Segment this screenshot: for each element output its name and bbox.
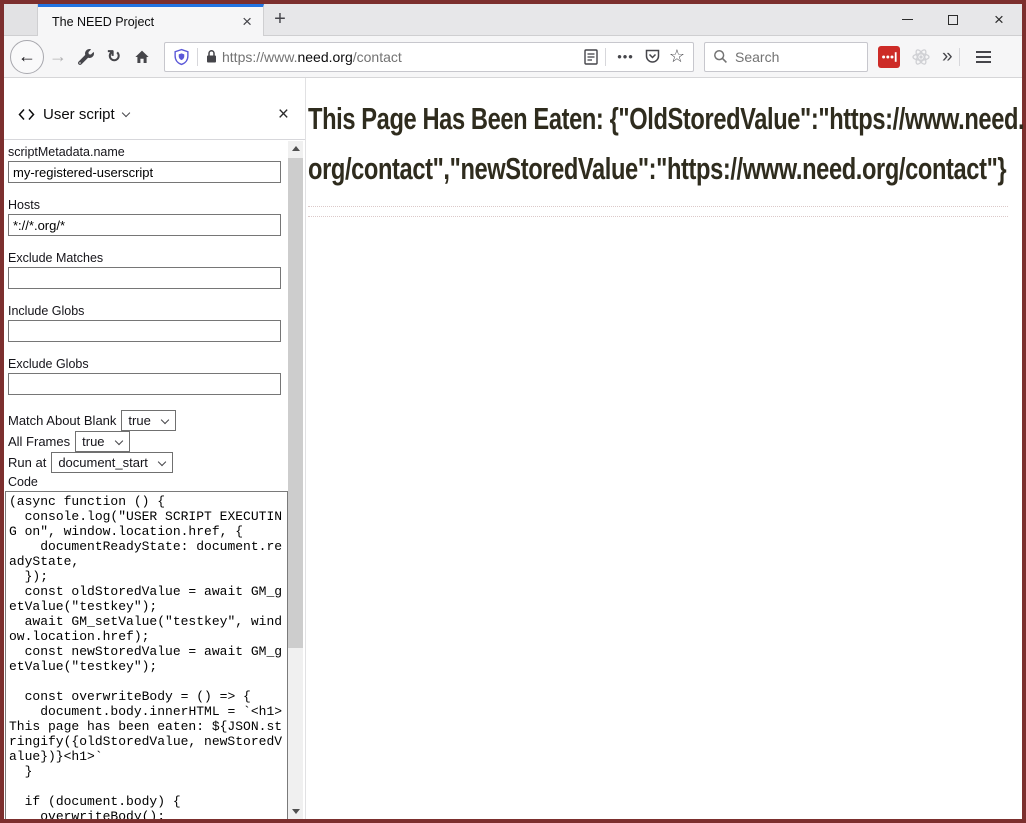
lastpass-extension-icon[interactable]	[878, 46, 900, 68]
page-content: This Page Has Been Eaten: {"OldStoredVal…	[306, 78, 1022, 819]
minimize-icon	[902, 19, 913, 21]
reload-button[interactable]: ↻	[100, 40, 128, 74]
sidebar-header: User script ×	[4, 78, 305, 140]
match-about-blank-select[interactable]: true	[121, 410, 175, 431]
tracking-protection-shield-icon[interactable]	[173, 48, 190, 66]
forward-button: →	[44, 46, 72, 67]
pocket-icon[interactable]	[644, 48, 661, 65]
scroll-down-arrow-icon[interactable]	[288, 804, 303, 819]
url-path: /contact	[353, 49, 402, 65]
toolbar-separator	[959, 48, 960, 66]
all-frames-select[interactable]: true	[75, 431, 129, 452]
select-value: true	[82, 434, 104, 449]
browser-tab[interactable]: The NEED Project ×	[38, 4, 264, 36]
url-bar[interactable]: https://www.need.org/contact ••• ☆	[164, 42, 694, 72]
window-controls: ×	[884, 4, 1022, 35]
field-label: scriptMetadata.name	[8, 145, 285, 159]
exclude-globs-input[interactable]	[8, 373, 281, 395]
scroll-up-arrow-icon[interactable]	[288, 141, 303, 156]
browser-window: The NEED Project × + × ← → ↻ https	[0, 0, 1026, 823]
maximize-button[interactable]	[930, 4, 976, 35]
tabbar-spacer	[4, 4, 38, 35]
select-label: Run at	[8, 455, 46, 470]
run-at-select[interactable]: document_start	[51, 452, 173, 473]
field-label: Include Globs	[8, 304, 285, 318]
tab-bar: The NEED Project × + ×	[4, 4, 1022, 36]
hosts-input[interactable]	[8, 214, 281, 236]
bookmark-star-icon[interactable]: ☆	[669, 46, 685, 67]
select-value: document_start	[58, 455, 148, 470]
disabled-extension-atom-icon	[910, 46, 932, 68]
window-close-button[interactable]: ×	[976, 4, 1022, 35]
navigation-toolbar: ← → ↻ https://www.need.org/contact •••	[4, 36, 1022, 78]
new-tab-button[interactable]: +	[264, 4, 296, 35]
divider	[308, 206, 1008, 207]
scrollbar-thumb[interactable]	[288, 158, 303, 648]
divider	[308, 216, 1008, 217]
wrench-icon[interactable]	[72, 40, 100, 74]
sidebar-scrollbar[interactable]	[288, 141, 303, 819]
code-label: Code	[8, 475, 285, 489]
overflow-menu-icon[interactable]: »	[942, 46, 953, 68]
sidebar-title: User script	[43, 106, 115, 123]
home-button[interactable]	[128, 40, 156, 74]
chevron-down-icon	[114, 436, 122, 444]
menu-hamburger-icon[interactable]	[976, 51, 991, 63]
code-icon	[18, 108, 35, 121]
select-label: Match About Blank	[8, 413, 116, 428]
page-heading: This Page Has Been Eaten: {"OldStoredVal…	[308, 94, 1025, 194]
sidebar-form: scriptMetadata.name Hosts Exclude Matche…	[4, 140, 305, 819]
urlbar-separator	[197, 48, 198, 66]
search-input[interactable]	[735, 49, 845, 65]
search-bar[interactable]	[704, 42, 868, 72]
page-actions-icon[interactable]: •••	[617, 49, 634, 64]
tab-close-icon[interactable]: ×	[239, 13, 255, 30]
field-label: Exclude Matches	[8, 251, 285, 265]
tab-title: The NEED Project	[52, 15, 239, 29]
minimize-button[interactable]	[884, 4, 930, 35]
field-label: Hosts	[8, 198, 285, 212]
field-label: Exclude Globs	[8, 357, 285, 371]
include-globs-input[interactable]	[8, 320, 281, 342]
userscript-sidebar: User script × scriptMetadata.name Hosts …	[4, 78, 306, 819]
search-icon	[713, 49, 728, 64]
urlbar-separator	[605, 48, 606, 66]
sidebar-close-icon[interactable]: ×	[274, 105, 293, 124]
back-button[interactable]: ←	[10, 40, 44, 74]
reader-mode-icon[interactable]	[584, 49, 598, 65]
select-value: true	[128, 413, 150, 428]
exclude-matches-input[interactable]	[8, 267, 281, 289]
select-label: All Frames	[8, 434, 70, 449]
maximize-icon	[948, 15, 958, 25]
chevron-down-icon[interactable]	[121, 109, 129, 117]
url-domain: need.org	[297, 49, 352, 65]
url-text: https://www.need.org/contact	[222, 49, 402, 65]
chevron-down-icon	[161, 415, 169, 423]
url-scheme: https://www.	[222, 49, 297, 65]
window-close-icon: ×	[994, 11, 1004, 28]
lock-icon[interactable]	[205, 49, 218, 64]
script-name-input[interactable]	[8, 161, 281, 183]
chevron-down-icon	[158, 457, 166, 465]
code-textarea[interactable]: (async function () { console.log("USER S…	[5, 491, 288, 819]
